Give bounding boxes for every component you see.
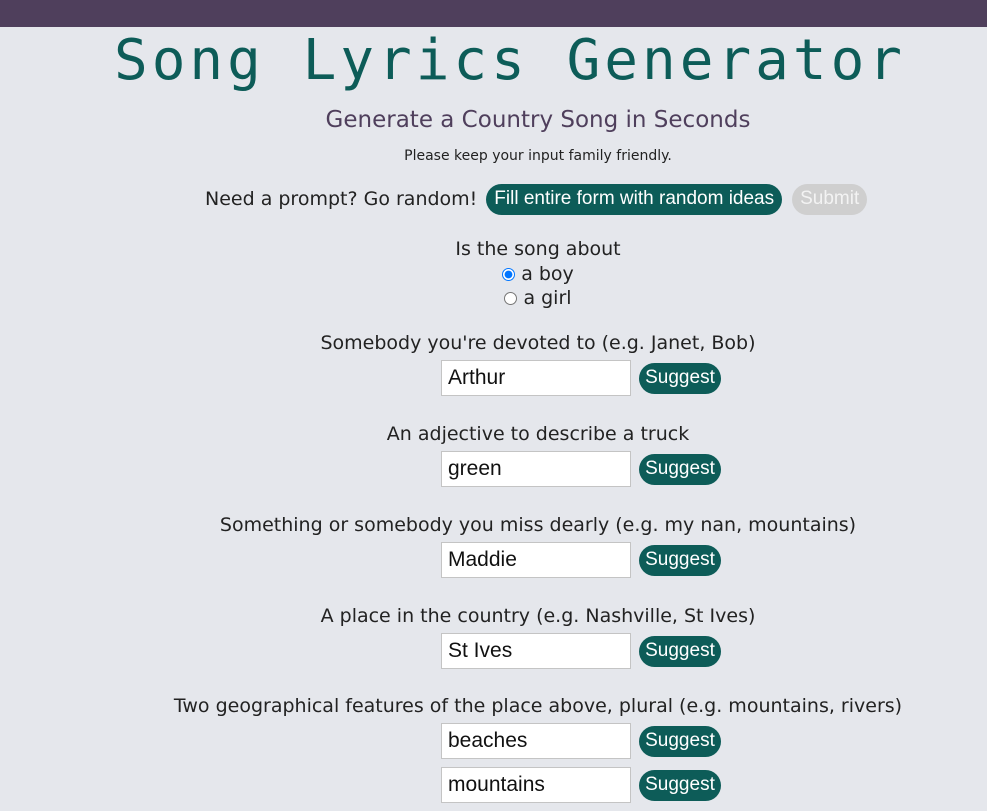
field-truck-adjective-row: Suggest xyxy=(0,451,987,487)
family-friendly-note: Please keep your input family friendly. xyxy=(404,148,672,164)
suggest-miss-dearly-button[interactable]: Suggest xyxy=(639,544,721,576)
radio-girl[interactable] xyxy=(504,291,518,305)
devoted-input[interactable] xyxy=(441,360,631,396)
top-bar xyxy=(0,0,987,27)
country-place-input[interactable] xyxy=(441,633,631,669)
geo-feature-input-2[interactable] xyxy=(441,767,631,803)
submit-button[interactable]: Submit xyxy=(792,183,868,215)
truck-adjective-input[interactable] xyxy=(441,451,631,487)
field-devoted-label: Somebody you're devoted to (e.g. Janet, … xyxy=(320,332,756,354)
field-miss-dearly: Something or somebody you miss dearly (e… xyxy=(0,512,987,586)
field-devoted: Somebody you're devoted to (e.g. Janet, … xyxy=(0,330,987,404)
page-subtitle: Generate a Country Song in Seconds xyxy=(325,107,751,133)
geo-feature-input-1[interactable] xyxy=(441,723,631,759)
suggest-country-place-button[interactable]: Suggest xyxy=(639,635,721,667)
field-geo-feature-row-1: Suggest xyxy=(0,723,987,759)
field-country-place: A place in the country (e.g. Nashville, … xyxy=(0,603,987,677)
fill-random-button[interactable]: Fill entire form with random ideas xyxy=(486,183,783,215)
field-miss-dearly-label: Something or somebody you miss dearly (e… xyxy=(219,514,857,536)
radio-boy[interactable] xyxy=(502,267,516,281)
field-geo-features: Two geographical features of the place a… xyxy=(0,693,987,811)
suggest-truck-adjective-button[interactable]: Suggest xyxy=(639,453,721,485)
gender-question: Is the song about xyxy=(455,238,621,260)
field-country-place-row: Suggest xyxy=(0,633,987,669)
miss-dearly-input[interactable] xyxy=(441,542,631,578)
gender-radio-group: Is the song about a boy a girl xyxy=(0,236,987,310)
suggest-devoted-button[interactable]: Suggest xyxy=(639,362,721,394)
field-truck-adjective-label: An adjective to describe a truck xyxy=(386,423,690,445)
field-miss-dearly-row: Suggest xyxy=(0,542,987,578)
page-title: Song Lyrics Generator xyxy=(114,28,907,93)
field-geo-features-label: Two geographical features of the place a… xyxy=(173,695,903,717)
radio-girl-label: a girl xyxy=(523,287,572,309)
field-geo-feature-row-2: Suggest xyxy=(0,767,987,803)
radio-option-girl[interactable]: a girl xyxy=(0,286,987,310)
random-prompt-row: Need a prompt? Go random! Fill entire fo… xyxy=(205,183,868,215)
radio-option-boy[interactable]: a boy xyxy=(0,262,987,286)
field-truck-adjective: An adjective to describe a truck Suggest xyxy=(0,421,987,495)
suggest-geo-feature-2-button[interactable]: Suggest xyxy=(639,769,721,801)
suggest-geo-feature-1-button[interactable]: Suggest xyxy=(639,725,721,757)
random-prompt-text: Need a prompt? Go random! xyxy=(205,188,478,210)
field-devoted-row: Suggest xyxy=(0,360,987,396)
field-country-place-label: A place in the country (e.g. Nashville, … xyxy=(320,605,756,627)
radio-boy-label: a boy xyxy=(521,263,574,285)
